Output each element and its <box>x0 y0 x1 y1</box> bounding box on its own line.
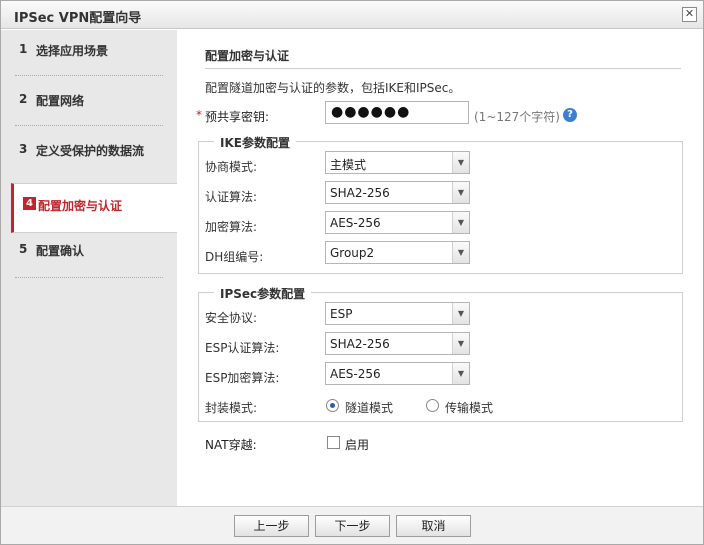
step-label: 配置加密与认证 <box>38 199 123 213</box>
select-value: ESP <box>330 307 353 321</box>
negotiation-mode-label: 协商模式: <box>205 160 258 174</box>
dh-group-select[interactable]: Group2 ▼ <box>325 241 470 264</box>
main-content: 配置加密与认证 配置隧道加密与认证的参数，包括IKE和IPSec。 * 预共享密… <box>177 30 703 506</box>
step-item-scenario[interactable]: 1 选择应用场景 <box>1 30 177 80</box>
chevron-down-icon: ▼ <box>452 363 469 384</box>
step-label: 选择应用场景 <box>36 44 109 58</box>
wizard-steps-sidebar: 1 选择应用场景 2 配置网络 3 定义受保护的数据流 4 配置加密与认证 5 … <box>1 30 177 506</box>
chevron-down-icon: ▼ <box>452 212 469 233</box>
ipsec-group-legend: IPSec参数配置 <box>214 285 312 302</box>
step-number: 5 <box>19 242 28 256</box>
step-item-confirm[interactable]: 5 配置确认 <box>1 230 177 280</box>
esp-auth-algorithm-select[interactable]: SHA2-256 ▼ <box>325 332 470 355</box>
esp-encryption-algorithm-label: ESP加密算法: <box>205 371 280 385</box>
psk-length-hint: (1~127个字符) <box>474 110 560 124</box>
select-value: SHA2-256 <box>330 337 390 351</box>
step-number-badge: 4 <box>23 197 36 210</box>
esp-encryption-algorithm-select[interactable]: AES-256 ▼ <box>325 362 470 385</box>
step-divider <box>15 125 163 126</box>
chevron-down-icon: ▼ <box>452 333 469 354</box>
dialog-footer: 上一步 下一步 取消 <box>1 506 703 544</box>
close-icon[interactable]: ✕ <box>682 7 697 22</box>
step-item-protected-flow[interactable]: 3 定义受保护的数据流 <box>1 130 177 180</box>
chevron-down-icon: ▼ <box>452 303 469 324</box>
chevron-down-icon: ▼ <box>452 182 469 203</box>
ike-params-group: IKE参数配置 协商模式: 主模式 ▼ 认证算法: SHA2-256 ▼ 加密算… <box>198 134 683 274</box>
nat-traversal-checkbox[interactable] <box>327 436 340 449</box>
dh-group-label: DH组编号: <box>205 250 264 264</box>
security-protocol-select[interactable]: ESP ▼ <box>325 302 470 325</box>
nat-enable-label: 启用 <box>345 438 370 452</box>
security-protocol-label: 安全协议: <box>205 311 258 325</box>
tunnel-mode-label: 隧道模式 <box>345 401 394 415</box>
psk-password-input[interactable]: ●●●●●● <box>325 101 469 124</box>
select-value: 主模式 <box>330 158 367 172</box>
required-mark: * <box>196 108 202 122</box>
step-item-encryption-auth[interactable]: 4 配置加密与认证 <box>11 183 177 233</box>
encapsulation-mode-label: 封装模式: <box>205 401 258 415</box>
select-value: SHA2-256 <box>330 186 390 200</box>
chevron-down-icon: ▼ <box>452 242 469 263</box>
step-item-network[interactable]: 2 配置网络 <box>1 80 177 130</box>
help-icon[interactable]: ? <box>563 108 577 122</box>
esp-auth-algorithm-label: ESP认证算法: <box>205 341 280 355</box>
select-value: AES-256 <box>330 367 381 381</box>
step-label: 配置网络 <box>36 94 85 108</box>
next-button[interactable]: 下一步 <box>315 515 390 537</box>
step-divider <box>15 277 163 278</box>
negotiation-mode-select[interactable]: 主模式 ▼ <box>325 151 470 174</box>
transport-mode-radio[interactable] <box>426 399 439 412</box>
psk-label: 预共享密钥: <box>205 110 270 124</box>
step-label: 定义受保护的数据流 <box>36 144 145 158</box>
titlebar: IPSec VPN配置向导 ✕ <box>1 1 703 29</box>
section-divider <box>205 68 681 69</box>
section-description: 配置隧道加密与认证的参数，包括IKE和IPSec。 <box>205 81 461 95</box>
nat-traversal-label: NAT穿越: <box>205 438 257 452</box>
step-label: 配置确认 <box>36 244 85 258</box>
select-value: AES-256 <box>330 216 381 230</box>
ike-group-legend: IKE参数配置 <box>214 134 296 151</box>
select-value: Group2 <box>330 246 375 260</box>
step-number: 2 <box>19 92 28 106</box>
section-title: 配置加密与认证 <box>205 49 290 63</box>
cancel-button[interactable]: 取消 <box>396 515 471 537</box>
step-divider <box>15 75 163 76</box>
window-title: IPSec VPN配置向导 <box>14 11 142 26</box>
ike-auth-algorithm-label: 认证算法: <box>205 190 258 204</box>
ike-auth-algorithm-select[interactable]: SHA2-256 ▼ <box>325 181 470 204</box>
ike-encryption-algorithm-select[interactable]: AES-256 ▼ <box>325 211 470 234</box>
ike-encryption-algorithm-label: 加密算法: <box>205 220 258 234</box>
prev-button[interactable]: 上一步 <box>234 515 309 537</box>
ipsec-params-group: IPSec参数配置 安全协议: ESP ▼ ESP认证算法: SHA2-256 … <box>198 285 683 422</box>
step-number: 1 <box>19 42 28 56</box>
chevron-down-icon: ▼ <box>452 152 469 173</box>
step-number: 3 <box>19 142 28 156</box>
tunnel-mode-radio[interactable] <box>326 399 339 412</box>
ipsec-vpn-wizard-dialog: IPSec VPN配置向导 ✕ 1 选择应用场景 2 配置网络 3 定义受保护的… <box>0 0 704 545</box>
transport-mode-label: 传输模式 <box>445 401 494 415</box>
